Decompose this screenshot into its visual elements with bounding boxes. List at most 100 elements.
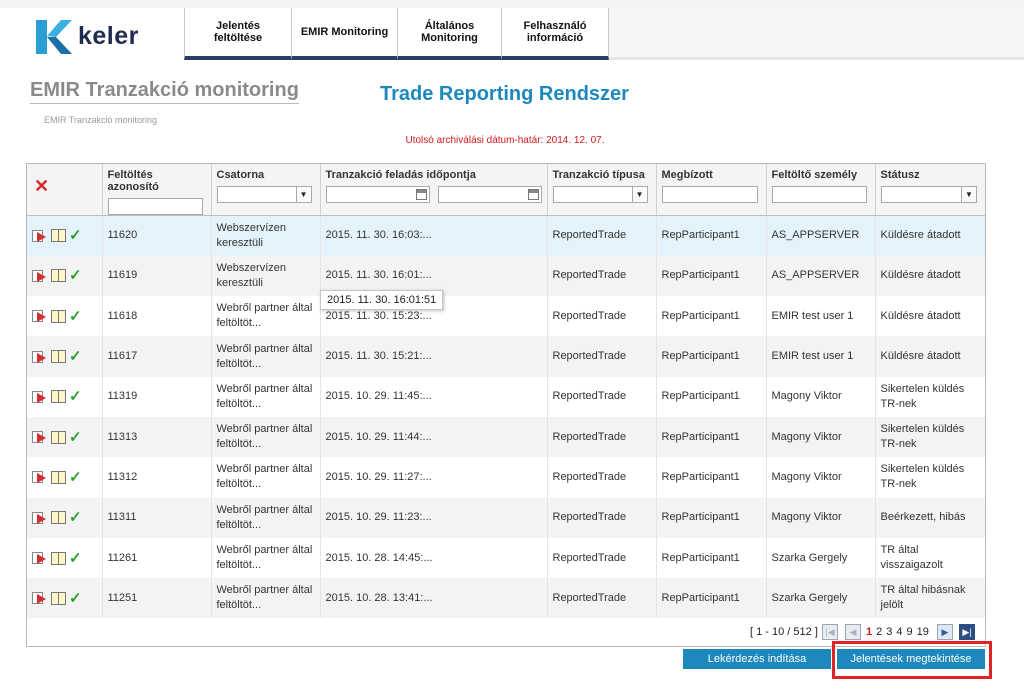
table-row[interactable]: ✓ 11312 Webről partner által feltöltöt... 2…: [27, 457, 985, 498]
cell-type: ReportedTrade: [547, 255, 657, 297]
chevron-down-icon[interactable]: ▼: [960, 187, 976, 202]
cell-type: ReportedTrade: [547, 336, 657, 377]
cell-channel: Webről partner által feltöltöt...: [211, 537, 321, 579]
table-row[interactable]: ✓ 11261 Webről partner által feltöltöt... 2…: [27, 537, 985, 579]
page-link[interactable]: 19: [917, 626, 929, 638]
page-link[interactable]: 1: [866, 626, 872, 638]
last-page-icon[interactable]: ▶|: [959, 624, 975, 640]
next-page-icon[interactable]: ▶: [937, 624, 953, 640]
header: keler Jelentés feltöltése EMIR Monitorin…: [0, 8, 1024, 60]
send-icon[interactable]: [32, 229, 49, 243]
filter-date-to[interactable]: [437, 186, 542, 203]
nav-report-upload[interactable]: Jelentés feltöltése: [184, 8, 291, 60]
cell-status: Sikertelen küldés TR-nek: [875, 416, 985, 458]
page-link[interactable]: 9: [907, 626, 913, 638]
cell-agent: RepParticipant1: [656, 497, 767, 538]
archive-date: 2014. 12. 07.: [546, 135, 605, 146]
nav-general-monitoring[interactable]: Általános Monitoring: [397, 8, 501, 60]
column-label[interactable]: Megbízott: [662, 169, 713, 181]
column-label[interactable]: Tranzakció típusa: [553, 169, 645, 181]
filter-status-select[interactable]: ▼: [880, 186, 977, 203]
book-icon[interactable]: [51, 269, 66, 283]
archive-label: Utolsó archiválási dátum-határ:: [405, 135, 544, 146]
system-title: Trade Reporting Rendszer: [380, 83, 629, 105]
book-icon[interactable]: [51, 309, 66, 323]
row-actions: ✓: [27, 416, 103, 458]
book-icon[interactable]: [51, 430, 66, 444]
keler-logo[interactable]: keler: [34, 18, 164, 58]
check-icon[interactable]: ✓: [69, 309, 82, 324]
book-icon[interactable]: [51, 390, 66, 404]
check-icon[interactable]: ✓: [69, 551, 82, 566]
prev-page-icon[interactable]: ◀: [845, 624, 861, 640]
cell-time: 2015. 10. 29. 11:44:...: [320, 416, 548, 458]
table-row[interactable]: ✓ 11620 Webszervízen keresztüli 2015. 11. 3…: [27, 215, 985, 256]
book-icon[interactable]: [51, 229, 66, 243]
breadcrumb[interactable]: EMIR Tranzakció monitoring: [44, 115, 157, 125]
first-page-icon[interactable]: |◀: [822, 624, 838, 640]
filter-channel-select[interactable]: ▼: [216, 186, 312, 203]
page-link[interactable]: 4: [896, 626, 902, 638]
filter-uploader-input[interactable]: [771, 186, 867, 203]
calendar-icon[interactable]: [415, 189, 427, 200]
calendar-icon[interactable]: [527, 189, 539, 200]
cell-agent: RepParticipant1: [656, 296, 767, 337]
check-icon[interactable]: ✓: [69, 591, 82, 606]
cell-uploader: Magony Viktor: [766, 497, 876, 538]
check-icon[interactable]: ✓: [69, 510, 82, 525]
nav-emir-monitoring[interactable]: EMIR Monitoring: [291, 8, 397, 60]
book-icon[interactable]: [51, 350, 66, 364]
table-row[interactable]: ✓ 11319 Webről partner által feltöltöt... 2…: [27, 376, 985, 417]
filter-id-input[interactable]: [107, 198, 203, 215]
cell-channel: Webről partner által feltöltöt...: [211, 416, 321, 458]
send-icon[interactable]: [32, 470, 49, 484]
cell-channel: Webről partner által feltöltöt...: [211, 296, 321, 337]
table-row[interactable]: ✓ 11251 Webről partner által feltöltöt... 2…: [27, 578, 985, 619]
page-link[interactable]: 3: [886, 626, 892, 638]
table-row[interactable]: ✓ 11619 Webszervízen keresztüli 2015. 11. 3…: [27, 255, 985, 297]
send-icon[interactable]: [32, 269, 49, 283]
table-row[interactable]: ✓ 11617 Webről partner által feltöltöt... 2…: [27, 336, 985, 377]
table-row[interactable]: ✓ 11313 Webről partner által feltöltöt... 2…: [27, 416, 985, 458]
page-link[interactable]: 2: [876, 626, 882, 638]
column-label[interactable]: Feltöltő személy: [772, 169, 858, 181]
chevron-down-icon[interactable]: ▼: [631, 187, 647, 202]
column-label[interactable]: Csatorna: [217, 169, 265, 181]
check-icon[interactable]: ✓: [69, 389, 82, 404]
clear-filters-icon[interactable]: ✕: [34, 177, 49, 195]
filter-type-select[interactable]: ▼: [552, 186, 648, 203]
send-icon[interactable]: [32, 309, 49, 323]
cell-type: ReportedTrade: [547, 416, 657, 458]
check-icon[interactable]: ✓: [69, 228, 82, 243]
cell-agent: RepParticipant1: [656, 376, 767, 417]
table-row[interactable]: ✓ 11311 Webről partner által feltöltöt... 2…: [27, 497, 985, 538]
table-row[interactable]: ✓ 11618 Webről partner által feltöltöt... 2…: [27, 296, 985, 337]
check-icon[interactable]: ✓: [69, 349, 82, 364]
cell-time: 2015. 10. 29. 11:27:...: [320, 457, 548, 498]
send-icon[interactable]: [32, 511, 49, 525]
start-query-button[interactable]: Lekérdezés indítása: [683, 649, 831, 669]
check-icon[interactable]: ✓: [69, 268, 82, 283]
book-icon[interactable]: [51, 551, 66, 565]
send-icon[interactable]: [32, 430, 49, 444]
chevron-down-icon[interactable]: ▼: [295, 187, 311, 202]
send-icon[interactable]: [32, 591, 49, 605]
book-icon[interactable]: [51, 511, 66, 525]
filter-agent-input[interactable]: [661, 186, 758, 203]
nav-user-info[interactable]: Felhasználó információ: [501, 8, 609, 60]
send-icon[interactable]: [32, 390, 49, 404]
send-icon[interactable]: [32, 551, 49, 565]
book-icon[interactable]: [51, 470, 66, 484]
column-label[interactable]: Státusz: [881, 169, 920, 181]
send-icon[interactable]: [32, 350, 49, 364]
check-icon[interactable]: ✓: [69, 430, 82, 445]
row-actions: ✓: [27, 255, 103, 297]
check-icon[interactable]: ✓: [69, 470, 82, 485]
filter-date-from[interactable]: [325, 186, 430, 203]
cell-status: Küldésre átadott: [875, 336, 985, 377]
book-icon[interactable]: [51, 591, 66, 605]
column-label[interactable]: Feltöltés azonosító: [108, 169, 159, 193]
row-action-icons: ✓: [32, 309, 98, 324]
cell-id: 11261: [102, 537, 212, 579]
column-label[interactable]: Tranzakció feladás időpontja: [326, 169, 476, 181]
